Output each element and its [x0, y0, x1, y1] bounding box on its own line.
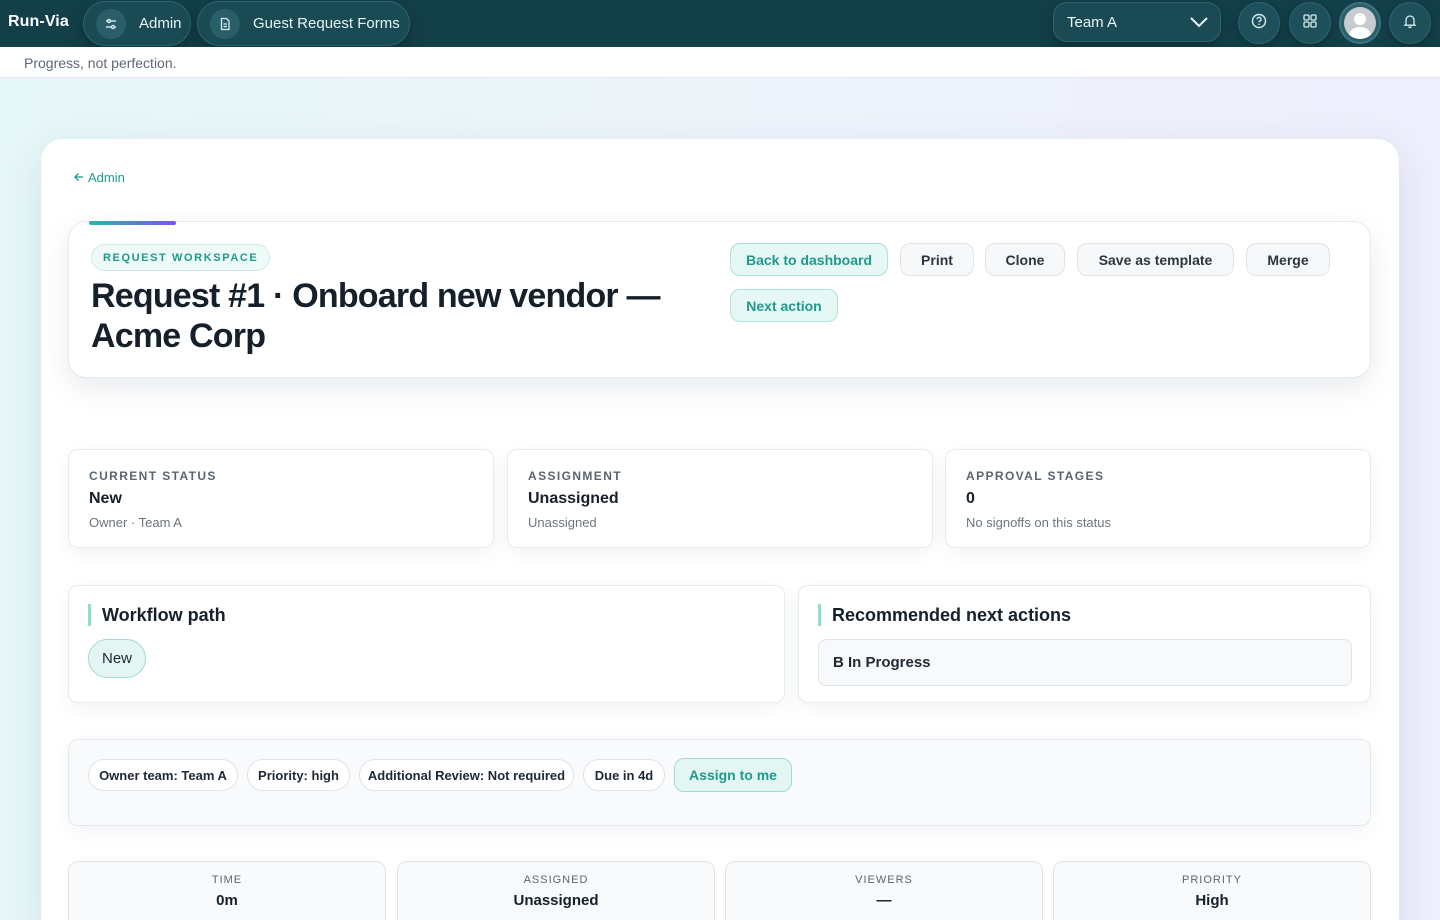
top-navigation-bar: Run-Via Admin Guest Request Forms Team A	[0, 0, 1440, 47]
print-button[interactable]: Print	[900, 243, 974, 276]
metric-value: High	[1195, 892, 1229, 909]
merge-button[interactable]: Merge	[1246, 243, 1330, 276]
metric-label: ASSIGNED	[523, 874, 589, 886]
owner-team-chip: Owner team: Team A	[88, 759, 238, 791]
tagline-bar: Progress, not perfection.	[0, 47, 1440, 78]
metric-value: Unassigned	[513, 892, 599, 909]
stat-value: New	[89, 490, 122, 507]
back-to-dashboard-button[interactable]: Back to dashboard	[730, 243, 888, 276]
apps-button[interactable]	[1289, 2, 1331, 44]
metric-label: PRIORITY	[1182, 874, 1242, 886]
time-metric: TIME 0m	[68, 861, 386, 920]
nav-admin-button[interactable]: Admin	[83, 1, 191, 46]
stat-subtext: No signoffs on this status	[966, 515, 1112, 530]
stat-label: ASSIGNMENT	[528, 469, 623, 483]
recommended-action-item[interactable]: B In Progress	[818, 639, 1352, 686]
metric-value: 0m	[216, 892, 238, 909]
stat-subtext: Owner · Team A	[89, 515, 182, 530]
due-date-chip: Due in 4d	[583, 759, 665, 791]
assignment-card: ASSIGNMENT Unassigned Unassigned	[507, 449, 933, 548]
workflow-path-title: Workflow path	[88, 604, 226, 626]
tagline-text: Progress, not perfection.	[24, 55, 177, 71]
recommended-actions-panel: Recommended next actions B In Progress	[798, 585, 1371, 703]
chevron-down-icon	[1190, 15, 1208, 32]
document-icon	[210, 8, 240, 39]
metric-label: VIEWERS	[855, 874, 913, 886]
arrow-left-icon	[74, 170, 84, 185]
team-select-value: Team A	[1067, 13, 1118, 31]
stat-value: Unassigned	[528, 490, 619, 507]
team-select[interactable]: Team A	[1053, 2, 1221, 42]
help-icon	[1251, 13, 1267, 34]
priority-chip: Priority: high	[247, 759, 350, 791]
sliders-icon	[96, 8, 126, 39]
stat-label: CURRENT STATUS	[89, 469, 217, 483]
nav-guest-request-forms-button[interactable]: Guest Request Forms	[197, 1, 410, 46]
stat-value: 0	[966, 490, 975, 507]
header-accent-bar	[89, 221, 176, 225]
metric-value: —	[876, 892, 892, 909]
user-avatar-button[interactable]	[1339, 2, 1381, 44]
current-status-card: CURRENT STATUS New Owner · Team A	[68, 449, 494, 548]
additional-review-chip: Additional Review: Not required	[359, 759, 574, 791]
recommended-actions-title: Recommended next actions	[818, 604, 1071, 626]
assign-to-me-button[interactable]: Assign to me	[674, 758, 792, 792]
help-button[interactable]	[1238, 2, 1280, 44]
stat-subtext: Unassigned	[528, 515, 597, 530]
metric-label: TIME	[211, 874, 243, 886]
workflow-step-chip[interactable]: New	[88, 639, 147, 678]
notifications-button[interactable]	[1389, 2, 1431, 44]
save-as-template-button[interactable]: Save as template	[1077, 243, 1234, 276]
avatar	[1344, 7, 1376, 39]
bell-icon	[1402, 13, 1418, 34]
back-link-label: Admin	[88, 170, 125, 185]
request-workspace-badge: REQUEST WORKSPACE	[91, 244, 271, 271]
priority-metric: PRIORITY High	[1053, 861, 1371, 920]
workflow-path-panel: Workflow path New	[68, 585, 785, 703]
nav-forms-label: Guest Request Forms	[253, 15, 400, 32]
brand-logo[interactable]: Run-Via	[8, 13, 69, 31]
back-to-admin-link[interactable]: Admin	[74, 170, 125, 185]
next-action-button[interactable]: Next action	[730, 289, 838, 322]
clone-button[interactable]: Clone	[985, 243, 1065, 276]
approval-stages-card: APPROVAL STAGES 0 No signoffs on this st…	[945, 449, 1371, 548]
stat-label: APPROVAL STAGES	[966, 469, 1105, 483]
viewers-metric: VIEWERS —	[725, 861, 1043, 920]
page-title: Request #1 · Onboard new vendor — Acme C…	[91, 277, 661, 355]
assigned-metric: ASSIGNED Unassigned	[397, 861, 715, 920]
nav-admin-label: Admin	[139, 15, 182, 32]
apps-grid-icon	[1302, 13, 1318, 34]
